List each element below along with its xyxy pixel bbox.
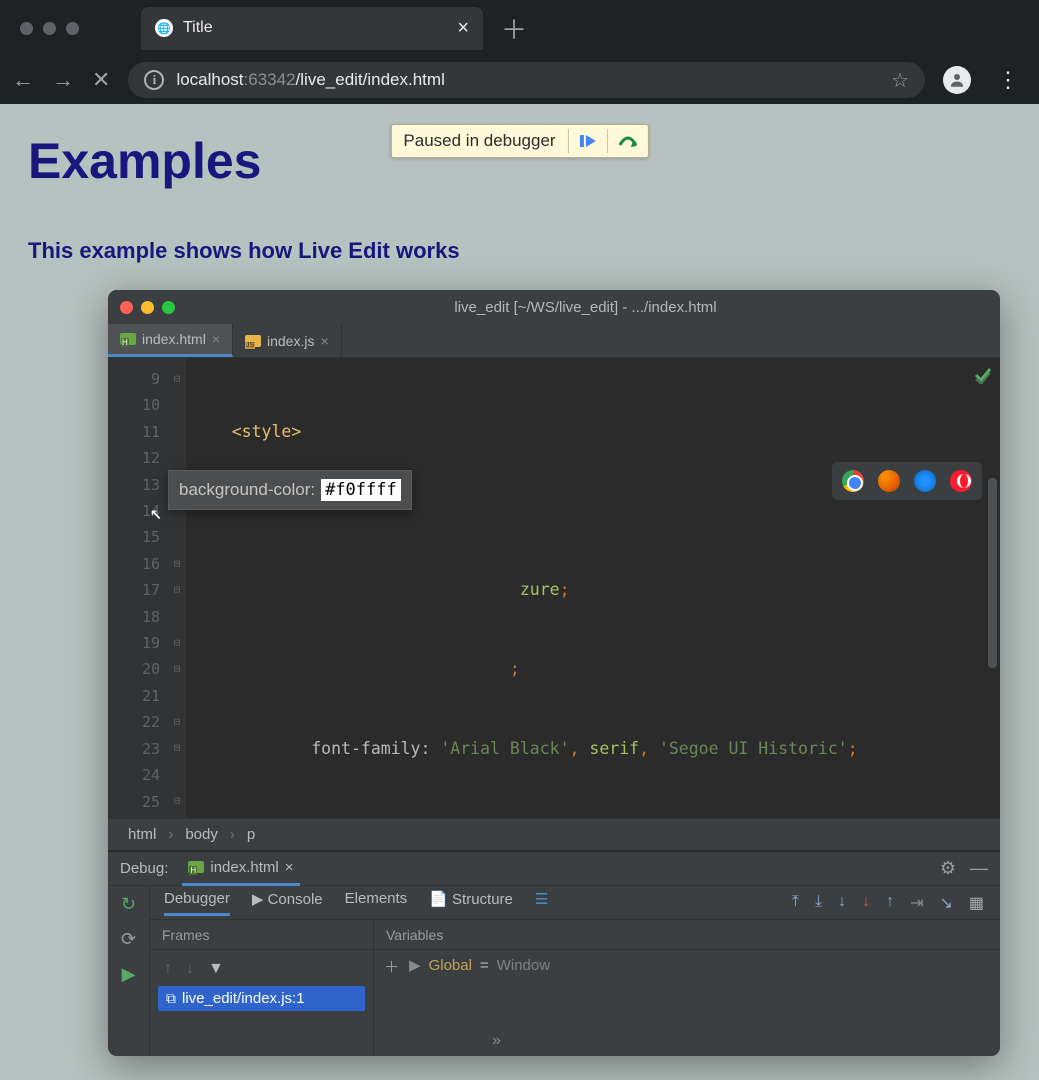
breadcrumb[interactable]: html› body› p: [108, 818, 1000, 850]
url-text: localhost:63342/live_edit/index.html: [176, 70, 444, 90]
code-hint-popup[interactable]: background-color: #f0ffff: [168, 470, 412, 510]
ide-titlebar[interactable]: live_edit [~/WS/live_edit] - .../index.h…: [108, 290, 1000, 324]
code-text[interactable]: <style> zure; ; font-family: 'Arial Blac…: [186, 358, 1000, 818]
window-controls[interactable]: [8, 22, 91, 35]
js-file-icon: [245, 335, 261, 347]
firefox-icon[interactable]: [878, 470, 900, 492]
tab-strip: 🌐 Title × ＋: [0, 0, 1039, 56]
fold-column[interactable]: ⊟⊟⊟⊟⊟⊟⊟⊟: [168, 358, 186, 818]
min-dot[interactable]: [43, 22, 56, 35]
ide-window: live_edit [~/WS/live_edit] - .../index.h…: [108, 290, 1000, 1056]
hint-value: #f0ffff: [321, 479, 401, 501]
debug-panel-header: Debug: index.html × ⚙ —: [108, 852, 1000, 886]
ide-traffic-lights[interactable]: [120, 301, 175, 314]
layout-icon[interactable]: ☰: [535, 890, 548, 916]
expand-icon[interactable]: ▶: [409, 956, 421, 974]
max-dot[interactable]: [66, 22, 79, 35]
close-tab-icon[interactable]: ×: [212, 331, 220, 347]
tab-structure[interactable]: 📄 Structure: [429, 890, 513, 916]
page-paragraph: This example shows how Live Edit works: [28, 238, 1011, 264]
prev-frame-icon[interactable]: ↑: [164, 960, 172, 978]
address-bar: ← → ✕ i localhost:63342/live_edit/index.…: [0, 56, 1039, 104]
step-over-icon[interactable]: ⤒: [792, 893, 799, 913]
debug-toolbar: Debugger ▶ Console Elements 📄 Structure …: [150, 886, 1000, 920]
rerun-button[interactable]: ↻: [121, 894, 136, 915]
favicon-icon: 🌐: [155, 19, 173, 37]
frames-header: Frames: [150, 920, 373, 950]
step-into-my-icon[interactable]: ↓: [838, 893, 846, 913]
mouse-cursor-icon: ↖: [150, 500, 162, 524]
badge-text: Paused in debugger: [391, 125, 567, 157]
add-watch-button[interactable]: ＋: [384, 956, 399, 977]
back-button[interactable]: ←: [12, 67, 34, 93]
reload-button[interactable]: ⟳: [121, 929, 136, 950]
ide-close-icon[interactable]: [120, 301, 133, 314]
debugger-step-button[interactable]: [607, 129, 648, 153]
html-file-icon: [188, 861, 204, 873]
tab-console[interactable]: ▶ Console: [252, 890, 323, 916]
vertical-scrollbar[interactable]: [988, 478, 997, 668]
step-out-icon[interactable]: ↑: [886, 893, 894, 913]
tab-elements[interactable]: Elements: [345, 890, 408, 916]
frame-icon: ⧉: [166, 990, 176, 1007]
menu-icon[interactable]: ⋮: [989, 67, 1027, 93]
variables-header: Variables: [374, 920, 1000, 950]
close-tab-icon[interactable]: ×: [457, 17, 469, 40]
more-icon[interactable]: »: [492, 1032, 501, 1050]
bookmark-icon[interactable]: ☆: [891, 68, 909, 93]
tab-label: index.js: [267, 333, 314, 349]
browser-chrome: 🌐 Title × ＋ ← → ✕ i localhost:63342/live…: [0, 0, 1039, 104]
browser-preview-icons: [832, 462, 982, 500]
debug-label: Debug:: [120, 860, 168, 877]
drop-frame-icon[interactable]: ↘: [939, 893, 952, 913]
debug-panel: Debug: index.html × ⚙ — ↻ ⟳ ▶ Debugger: [108, 850, 1000, 1056]
tab-debugger[interactable]: Debugger: [164, 890, 230, 916]
ide-title: live_edit [~/WS/live_edit] - .../index.h…: [183, 299, 988, 316]
next-frame-icon[interactable]: ↓: [186, 960, 194, 978]
filter-icon[interactable]: ▼: [208, 960, 224, 978]
resume-button[interactable]: ▶: [122, 964, 136, 985]
frames-column: Frames ↑ ↓ ▼ ⧉ live_edit/index.js:1: [150, 920, 374, 1056]
stack-frame[interactable]: ⧉ live_edit/index.js:1: [158, 986, 365, 1011]
line-numbers: 910111213141516171819202122232425: [108, 358, 168, 818]
tab-title: Title: [183, 19, 213, 37]
editor-area[interactable]: 910111213141516171819202122232425 ⊟⊟⊟⊟⊟⊟…: [108, 358, 1000, 818]
inspection-ok-icon[interactable]: [974, 366, 992, 388]
hint-label: background-color:: [179, 480, 315, 500]
chrome-icon[interactable]: [842, 470, 864, 492]
variables-column: Variables ＋ ▶ Global = Window: [374, 920, 1000, 1056]
debug-side-actions: ↻ ⟳ ▶: [108, 886, 150, 1056]
tab-index-html[interactable]: index.html ×: [108, 324, 233, 357]
run-to-cursor-icon[interactable]: ⇥: [910, 893, 923, 913]
profile-button[interactable]: [943, 66, 971, 94]
forward-button[interactable]: →: [52, 67, 74, 93]
tab-index-js[interactable]: index.js ×: [233, 324, 342, 357]
calculator-icon[interactable]: ▦: [969, 893, 984, 913]
gear-icon[interactable]: ⚙: [940, 858, 956, 879]
variable-row[interactable]: ▶ Global = Window: [409, 956, 550, 974]
safari-icon[interactable]: [914, 470, 936, 492]
browser-tab[interactable]: 🌐 Title ×: [141, 7, 483, 50]
stop-button[interactable]: ✕: [92, 67, 110, 93]
html-file-icon: [120, 333, 136, 345]
new-tab-button[interactable]: ＋: [483, 10, 545, 47]
frame-nav: ↑ ↓ ▼: [158, 956, 365, 982]
debugger-paused-badge: Paused in debugger: [390, 124, 648, 158]
opera-icon[interactable]: [950, 470, 972, 492]
debug-config-tab[interactable]: index.html ×: [182, 852, 299, 886]
site-info-icon[interactable]: i: [144, 70, 164, 90]
step-into-icon[interactable]: ⤓: [815, 893, 822, 913]
tab-label: index.html: [142, 331, 206, 347]
minimize-icon[interactable]: —: [970, 858, 988, 879]
force-step-icon[interactable]: ↓: [862, 893, 870, 913]
ide-max-icon[interactable]: [162, 301, 175, 314]
editor-tabs: index.html × index.js ×: [108, 324, 1000, 358]
ide-min-icon[interactable]: [141, 301, 154, 314]
close-tab-icon[interactable]: ×: [320, 333, 328, 349]
close-icon[interactable]: ×: [285, 859, 294, 876]
debugger-resume-button[interactable]: [568, 129, 607, 153]
url-input[interactable]: i localhost:63342/live_edit/index.html ☆: [128, 62, 925, 98]
close-dot[interactable]: [20, 22, 33, 35]
